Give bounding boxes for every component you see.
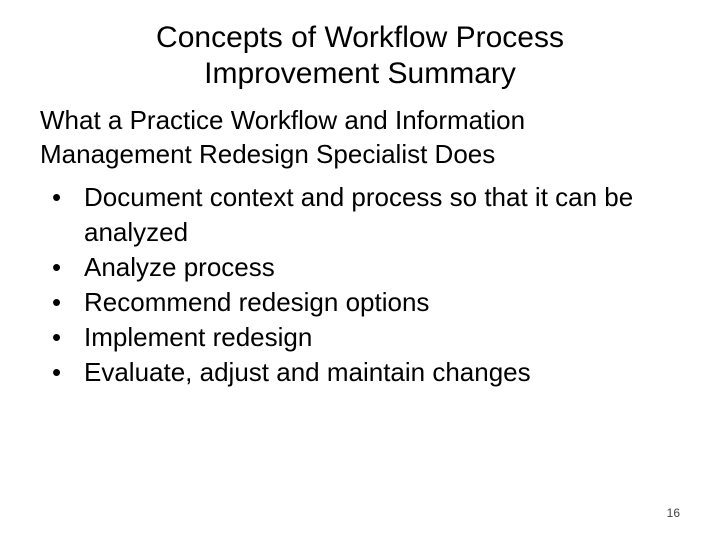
bullet-list: Document context and process so that it … (40, 180, 680, 391)
list-item: Document context and process so that it … (66, 180, 680, 250)
list-item: Analyze process (66, 250, 680, 285)
page-number: 16 (667, 506, 680, 520)
list-item: Recommend redesign options (66, 285, 680, 320)
list-item: Implement redesign (66, 320, 680, 355)
slide-title: Concepts of Workflow Process Improvement… (40, 20, 680, 92)
slide-subtitle: What a Practice Workflow and Information… (40, 104, 680, 172)
list-item: Evaluate, adjust and maintain changes (66, 355, 680, 390)
